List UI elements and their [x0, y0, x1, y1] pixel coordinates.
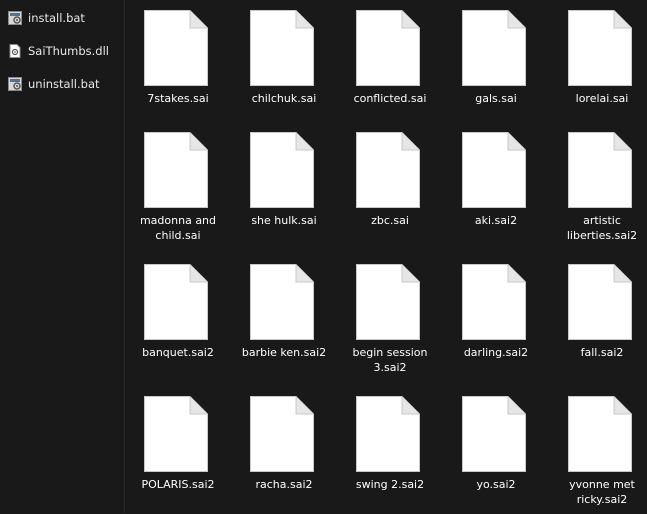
file-name-label: darling.sai2 [463, 346, 529, 359]
file-tile[interactable]: chilchuk.sai [231, 0, 337, 128]
file-name-label: racha.sai2 [255, 478, 313, 491]
file-tile[interactable]: racha.sai2 [231, 386, 337, 514]
file-tile[interactable]: darling.sai2 [443, 254, 549, 382]
file-tile[interactable]: swing 2.sai2 [337, 386, 443, 514]
document-icon [462, 132, 526, 208]
document-icon [250, 132, 314, 208]
document-icon [144, 264, 208, 340]
file-name-label: zbc.sai [371, 214, 409, 227]
file-tile[interactable]: lorelai.sai [549, 0, 647, 128]
document-icon [144, 396, 208, 472]
file-tile[interactable]: yo.sai2 [443, 386, 549, 514]
document-icon [356, 10, 420, 86]
file-name-label: 7stakes.sai [147, 92, 209, 105]
file-tile[interactable]: zbc.sai [337, 122, 443, 250]
file-name-label: yo.sai2 [476, 478, 516, 491]
document-icon [462, 264, 526, 340]
file-tile[interactable]: fall.sai2 [549, 254, 647, 382]
navigation-pane: install.bat SaiThumbs.dll uninstall.bat [0, 0, 124, 513]
document-icon [356, 396, 420, 472]
file-name-label: lorelai.sai [575, 92, 629, 105]
batch-file-icon [8, 77, 22, 91]
file-name-label: POLARIS.sai2 [141, 478, 215, 491]
document-icon [250, 264, 314, 340]
file-tile[interactable]: artistic liberties.sai2 [549, 122, 647, 250]
file-tile[interactable]: banquet.sai2 [125, 254, 231, 382]
document-icon [462, 396, 526, 472]
file-name-label: begin session 3.sai2 [352, 346, 428, 374]
file-name-label: SaiThumbs.dll [28, 44, 109, 58]
file-name-label: swing 2.sai2 [355, 478, 425, 491]
file-tile[interactable]: yvonne met ricky.sai2 [549, 386, 647, 514]
file-name-label: aki.sai2 [474, 214, 518, 227]
dll-file-icon [9, 44, 21, 58]
file-tile[interactable]: madonna and child.sai [125, 122, 231, 250]
file-name-label: install.bat [28, 11, 85, 25]
file-item-install-bat[interactable]: install.bat [8, 7, 85, 29]
file-name-label: uninstall.bat [28, 77, 100, 91]
file-name-label: gals.sai [475, 92, 517, 105]
document-icon [356, 264, 420, 340]
document-icon [462, 10, 526, 86]
document-icon [568, 264, 632, 340]
file-name-label: chilchuk.sai [251, 92, 317, 105]
file-name-label: yvonne met ricky.sai2 [569, 478, 635, 506]
file-tile[interactable]: conflicted.sai [337, 0, 443, 128]
file-tile[interactable]: barbie ken.sai2 [231, 254, 337, 382]
file-name-label: artistic liberties.sai2 [566, 214, 638, 242]
file-name-label: fall.sai2 [580, 346, 624, 359]
file-tile[interactable]: aki.sai2 [443, 122, 549, 250]
file-grid: 7stakes.sai chilchuk.sai conflicted.sai gal… [125, 0, 647, 513]
file-tile[interactable]: gals.sai [443, 0, 549, 128]
document-icon [568, 396, 632, 472]
document-icon [356, 132, 420, 208]
document-icon [568, 132, 632, 208]
file-name-label: banquet.sai2 [142, 346, 214, 359]
file-name-label: she hulk.sai [251, 214, 317, 227]
document-icon [144, 10, 208, 86]
file-tile[interactable]: POLARIS.sai2 [125, 386, 231, 514]
file-item-uninstall-bat[interactable]: uninstall.bat [8, 73, 100, 95]
file-item-saithumbs-dll[interactable]: SaiThumbs.dll [8, 40, 109, 62]
file-name-label: barbie ken.sai2 [241, 346, 327, 359]
document-icon [250, 396, 314, 472]
file-name-label: conflicted.sai [353, 92, 427, 105]
file-name-label: madonna and child.sai [139, 214, 217, 242]
document-icon [568, 10, 632, 86]
file-tile[interactable]: begin session 3.sai2 [337, 254, 443, 382]
file-tile[interactable]: she hulk.sai [231, 122, 337, 250]
document-icon [144, 132, 208, 208]
document-icon [250, 10, 314, 86]
file-tile[interactable]: 7stakes.sai [125, 0, 231, 128]
batch-file-icon [8, 11, 22, 25]
